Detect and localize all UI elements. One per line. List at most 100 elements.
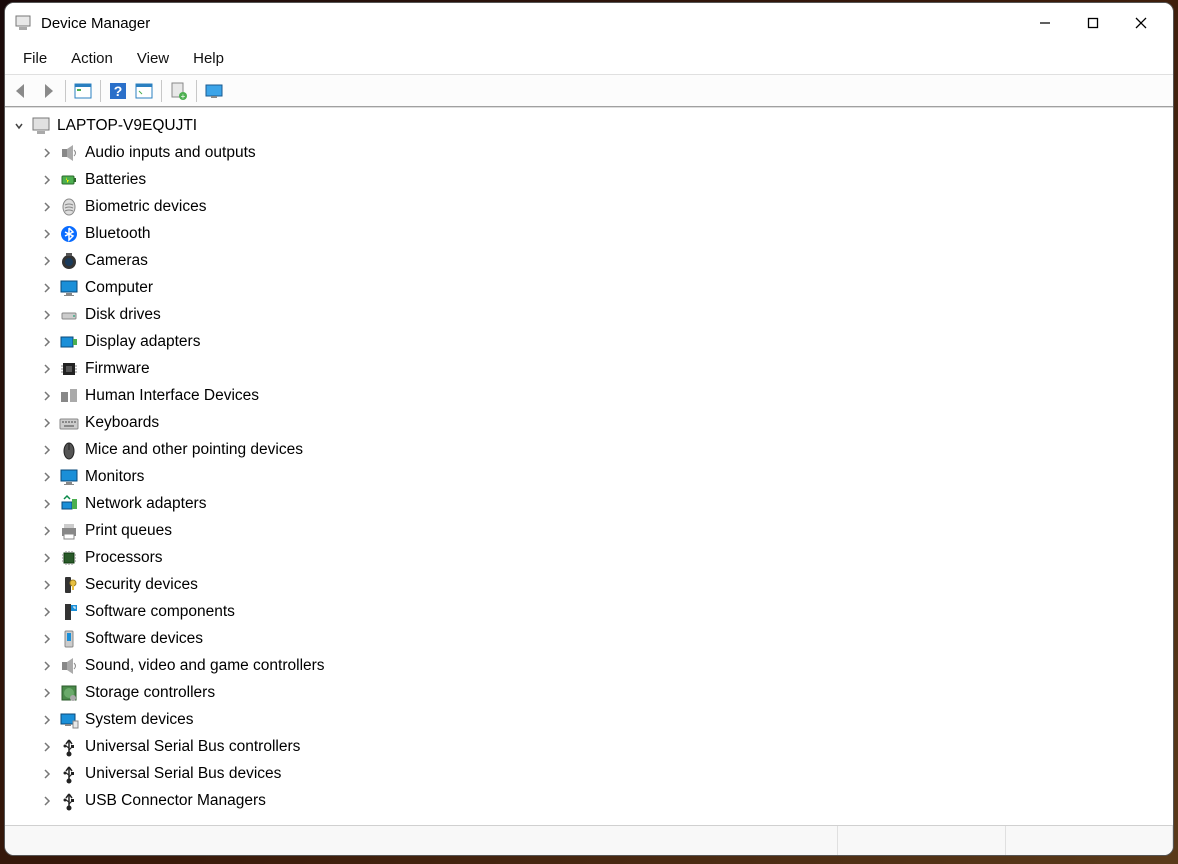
chevron-right-icon[interactable] (39, 631, 55, 647)
chevron-right-icon[interactable] (39, 658, 55, 674)
chevron-right-icon[interactable] (39, 307, 55, 323)
category-label: Sound, video and game controllers (85, 657, 325, 675)
menu-action[interactable]: Action (59, 46, 125, 71)
tree-category-node[interactable]: Monitors (39, 463, 1173, 490)
category-label: Software devices (85, 630, 203, 648)
security-icon (59, 575, 79, 595)
chevron-right-icon[interactable] (39, 739, 55, 755)
menu-file[interactable]: File (11, 46, 59, 71)
chevron-right-icon[interactable] (39, 199, 55, 215)
camera-icon (59, 251, 79, 271)
chevron-right-icon[interactable] (39, 469, 55, 485)
speaker-icon (59, 143, 79, 163)
show-hidden-button[interactable] (131, 78, 157, 104)
chevron-right-icon[interactable] (39, 496, 55, 512)
keyboard-icon (59, 413, 79, 433)
tree-root-node[interactable]: LAPTOP-V9EQUJTI (11, 112, 1173, 139)
maximize-button[interactable] (1069, 5, 1117, 41)
computer-icon (31, 116, 51, 136)
tree-category-node[interactable]: Cameras (39, 247, 1173, 274)
category-label: Firmware (85, 360, 150, 378)
tree-category-node[interactable]: Display adapters (39, 328, 1173, 355)
chevron-right-icon[interactable] (39, 253, 55, 269)
tree-category-node[interactable]: Computer (39, 274, 1173, 301)
chevron-right-icon[interactable] (39, 226, 55, 242)
category-label: System devices (85, 711, 194, 729)
scan-hardware-button[interactable]: + (166, 78, 192, 104)
chevron-right-icon[interactable] (39, 577, 55, 593)
add-device-button[interactable] (201, 78, 227, 104)
tree-category-node[interactable]: Keyboards (39, 409, 1173, 436)
tree-category-node[interactable]: Processors (39, 544, 1173, 571)
chevron-down-icon[interactable] (11, 118, 27, 134)
menu-view[interactable]: View (125, 46, 181, 71)
chevron-right-icon[interactable] (39, 712, 55, 728)
tree-category-node[interactable]: Mice and other pointing devices (39, 436, 1173, 463)
category-label: Audio inputs and outputs (85, 144, 256, 162)
usb-icon (59, 764, 79, 784)
chevron-right-icon[interactable] (39, 523, 55, 539)
tree-category-node[interactable]: Print queues (39, 517, 1173, 544)
chevron-right-icon[interactable] (39, 766, 55, 782)
device-manager-window: Device Manager File Action View Help ? + (4, 2, 1174, 856)
chevron-right-icon[interactable] (39, 361, 55, 377)
category-label: USB Connector Managers (85, 792, 266, 810)
hid-icon (59, 386, 79, 406)
close-button[interactable] (1117, 5, 1165, 41)
tree-category-node[interactable]: Universal Serial Bus devices (39, 760, 1173, 787)
tree-category-node[interactable]: Audio inputs and outputs (39, 139, 1173, 166)
tree-category-node[interactable]: USB Connector Managers (39, 787, 1173, 814)
category-label: Biometric devices (85, 198, 206, 216)
tree-category-node[interactable]: Sound, video and game controllers (39, 652, 1173, 679)
chevron-right-icon[interactable] (39, 388, 55, 404)
chevron-right-icon[interactable] (39, 415, 55, 431)
statusbar (5, 825, 1173, 855)
category-label: Cameras (85, 252, 148, 270)
titlebar[interactable]: Device Manager (5, 3, 1173, 43)
tree-category-node[interactable]: Software components (39, 598, 1173, 625)
tree-category-node[interactable]: Storage controllers (39, 679, 1173, 706)
tree-category-node[interactable]: Batteries (39, 166, 1173, 193)
root-label: LAPTOP-V9EQUJTI (57, 117, 197, 135)
tree-category-node[interactable]: Firmware (39, 355, 1173, 382)
disk-icon (59, 305, 79, 325)
chip-icon (59, 359, 79, 379)
chevron-right-icon[interactable] (39, 685, 55, 701)
chevron-right-icon[interactable] (39, 793, 55, 809)
tree-category-node[interactable]: Universal Serial Bus controllers (39, 733, 1173, 760)
battery-icon (59, 170, 79, 190)
tree-category-node[interactable]: Security devices (39, 571, 1173, 598)
device-tree[interactable]: LAPTOP-V9EQUJTI Audio inputs and outputs… (5, 107, 1173, 825)
chevron-right-icon[interactable] (39, 145, 55, 161)
category-label: Universal Serial Bus devices (85, 765, 281, 783)
software-device-icon (59, 629, 79, 649)
tree-category-node[interactable]: Disk drives (39, 301, 1173, 328)
menu-help[interactable]: Help (181, 46, 236, 71)
tree-category-node[interactable]: Software devices (39, 625, 1173, 652)
usb-icon (59, 791, 79, 811)
tree-category-node[interactable]: Biometric devices (39, 193, 1173, 220)
category-label: Computer (85, 279, 153, 297)
help-button[interactable]: ? (105, 78, 131, 104)
toolbar: ? + (5, 75, 1173, 107)
category-label: Print queues (85, 522, 172, 540)
component-icon (59, 602, 79, 622)
tree-category-node[interactable]: Human Interface Devices (39, 382, 1173, 409)
chevron-right-icon[interactable] (39, 604, 55, 620)
chevron-right-icon[interactable] (39, 442, 55, 458)
cpu-icon (59, 548, 79, 568)
back-button[interactable] (9, 78, 35, 104)
chevron-right-icon[interactable] (39, 334, 55, 350)
chevron-right-icon[interactable] (39, 280, 55, 296)
forward-button[interactable] (35, 78, 61, 104)
tree-category-node[interactable]: System devices (39, 706, 1173, 733)
properties-button[interactable] (70, 78, 96, 104)
tree-category-node[interactable]: Network adapters (39, 490, 1173, 517)
chevron-right-icon[interactable] (39, 172, 55, 188)
minimize-button[interactable] (1021, 5, 1069, 41)
category-label: Processors (85, 549, 163, 567)
chevron-right-icon[interactable] (39, 550, 55, 566)
category-label: Human Interface Devices (85, 387, 259, 405)
tree-category-node[interactable]: Bluetooth (39, 220, 1173, 247)
category-label: Universal Serial Bus controllers (85, 738, 300, 756)
